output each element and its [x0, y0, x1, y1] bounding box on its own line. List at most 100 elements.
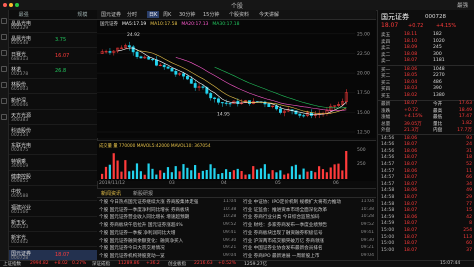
quote-cell-a: 14:59: [381, 214, 395, 220]
watchlist-row[interactable]: 新宇光 002402: [9, 234, 97, 248]
kline-candle: [182, 73, 186, 77]
chart-icon[interactable]: [1, 50, 7, 56]
tab-reports[interactable]: 新股研报: [133, 190, 153, 197]
watchlist-row[interactable]: 东联光电 002475: [9, 142, 97, 156]
news-title-right[interactable]: 行业 中证协：IPO定价机制 规模扩大将有力推动: [243, 199, 341, 205]
news-title-right[interactable]: 行业 券商行业分类 今日综合监管加码: [243, 214, 319, 220]
date-axis: 2019/11/12 03 04 05 06: [97, 181, 376, 188]
toolbar-item[interactable]: 个股资料: [227, 11, 251, 18]
quote-cell-c: 2270: [433, 73, 445, 79]
quote-cell-a: 14:57: [381, 175, 395, 181]
quote-cell-b: 18.07: [404, 58, 418, 64]
quote-cell-b: 39.05万: [404, 121, 422, 127]
toolbar-item[interactable]: 今天讲解: [257, 11, 281, 18]
settings-icon[interactable]: [1, 114, 7, 120]
watchlist-header-name[interactable]: 最强: [9, 11, 38, 18]
toolbar-item[interactable]: 分时: [125, 11, 139, 18]
news-title-left[interactable]: 个股 国元证券一季度净利同比增长 券商板块: [99, 207, 189, 213]
news-title-right[interactable]: 行业 证监会：推进资本市场全面深化改革: [243, 207, 327, 213]
toolbar-item[interactable]: 周K: [161, 11, 173, 18]
volume-bar: [116, 160, 119, 179]
quote-cell-c: 量比: [433, 121, 443, 127]
quote-cell-a: 买四: [381, 87, 391, 93]
watchlist-row[interactable]: 新炉深 300046: [9, 97, 97, 110]
news-title-left[interactable]: 个股 国元证券融资余额变化：融资净买入: [99, 238, 183, 244]
quote-cell-a: 总量: [381, 121, 391, 127]
news-icon[interactable]: [1, 66, 7, 72]
news-title-right[interactable]: 行业 财经：多家券商发布一季度业绩预告: [243, 222, 327, 228]
quote-cell-a: 卖一: [381, 59, 391, 65]
trade-icon[interactable]: [1, 82, 7, 88]
favorites-icon[interactable]: [1, 98, 7, 104]
top-right-link[interactable]: 最强: [457, 1, 468, 9]
watchlist-row[interactable]: 新玉化 600123: [9, 219, 97, 232]
quote-cell-a: 14:57: [381, 168, 395, 174]
quote-cell-b: 18.07: [404, 155, 418, 161]
volume-bar: [101, 173, 104, 179]
quote-cell-a: 买二: [381, 74, 391, 80]
kline-candle: [217, 98, 220, 103]
kline-candle: [174, 70, 178, 75]
watchlist-row[interactable]: 林股份 605003: [9, 81, 97, 95]
watchlist-row[interactable]: 健康控股 600855: [9, 173, 97, 186]
toolbar-item[interactable]: 30分钟: [177, 11, 197, 18]
quote-cell-d: 77: [466, 201, 472, 207]
quote-cell-b: +4.15%: [404, 114, 423, 120]
market-icon[interactable]: [1, 34, 7, 40]
toolbar-item[interactable]: 国元证券: [99, 11, 123, 18]
volume-bar: [135, 163, 139, 179]
quote-cell-d: 34: [466, 181, 472, 187]
kline-candle: [170, 68, 174, 72]
quote-cell-a: 卖五: [381, 33, 391, 38]
watchlist-row[interactable]: 特钢乘 300019: [9, 158, 97, 171]
watchlist-row[interactable]: 中软 600588: [9, 188, 97, 202]
quote-cell-a: 涨跌: [381, 108, 391, 114]
kline-candle: [201, 86, 205, 88]
tab-news[interactable]: 新闻资讯: [101, 190, 121, 197]
news-title-left[interactable]: 个股 国元证券一季报 净利润同比大增: [99, 230, 175, 236]
news-title-right[interactable]: 行业 券商IPO 最新进展 一周新股上市: [243, 253, 319, 259]
volume-bar: [279, 170, 282, 179]
news-title-left[interactable]: 个股 国元证券机构持股变动一览: [99, 253, 165, 259]
news-time-right: 10:38: [360, 206, 374, 212]
watchlist-row[interactable]: 科迪股份 002354: [9, 127, 97, 141]
quote-cell-a: 14:56: [381, 148, 395, 154]
volume-chart[interactable]: 成交量 量 770000 MAVOL5:42000 MAVOL10: 36705…: [97, 140, 376, 181]
quote-cell-a: 15:00: [381, 234, 395, 240]
kline-legend-item: MA30:17.18: [212, 22, 240, 27]
watchlist-row[interactable]: 晶晶光电 002329: [9, 20, 97, 33]
quote-cell-d: 15: [466, 208, 472, 214]
quote-cell-b: 18.07: [404, 247, 418, 253]
watchlist-row[interactable]: 林诺 002378 26.8: [9, 66, 97, 79]
news-title-right[interactable]: 行业 沪深两市成交额突破万亿 券商领涨: [243, 238, 324, 244]
news-title-left[interactable]: 个股 国元证券今日大宗交易情况: [99, 245, 165, 251]
date-axis-label: 06: [333, 181, 339, 186]
news-title-right[interactable]: 行业 券商板块出现了融资融券积极信号: [243, 230, 323, 236]
quote-cell-b: 18.02: [404, 92, 418, 98]
chart-toolbar: 国元证券 分时 日K 周K 30分钟 15分钟 个股资料 今天讲解: [97, 10, 376, 20]
quote-cell-d: 93: [466, 135, 472, 141]
watchlist-price: 26.8: [55, 67, 67, 74]
toolbar-item[interactable]: 15分钟: [201, 11, 221, 18]
quote-cell-d: 42: [466, 214, 472, 220]
volume-bar: [163, 172, 166, 179]
watchlist-row[interactable]: 晶晨光电 600548 3.75: [9, 35, 97, 49]
news-title-left[interactable]: 个股 今日热点国元证券继续大涨 券商股集体走强: [99, 199, 198, 205]
volume-bar: [174, 166, 177, 179]
news-title-left[interactable]: 个股 券商板块午后拉升 国元证券涨超4%: [99, 222, 183, 228]
watchlist-row[interactable]: 福建兴业 601166: [9, 204, 97, 217]
watchlist-row[interactable]: 日赛光 688313 16.07: [9, 51, 97, 64]
toolbar-item[interactable]: 日K: [147, 11, 160, 18]
watchlist-row[interactable]: 天方光源 300383: [9, 112, 97, 125]
kline-chart[interactable]: 25.00 22.50 20.00 17.50 15.00 12.50 24.92 14.95: [97, 20, 376, 138]
volume-bar: [104, 166, 108, 179]
quote-cell-d: 24: [466, 142, 472, 148]
quote-cell-d: 29: [466, 194, 472, 200]
news-title-left[interactable]: 个股 国元证券营业收入同比增长 增速超预期: [99, 214, 189, 220]
quote-cell-b: 18.07: [404, 208, 418, 214]
watchlist-stock-code: 300383: [11, 117, 29, 123]
watchlist-header-change[interactable]: 规模: [68, 11, 97, 18]
quote-cell-a: 14:57: [381, 181, 395, 187]
news-title-right[interactable]: 行业 中国证券业协会发布最新会员排名: [243, 245, 323, 251]
home-icon[interactable]: [1, 18, 7, 24]
